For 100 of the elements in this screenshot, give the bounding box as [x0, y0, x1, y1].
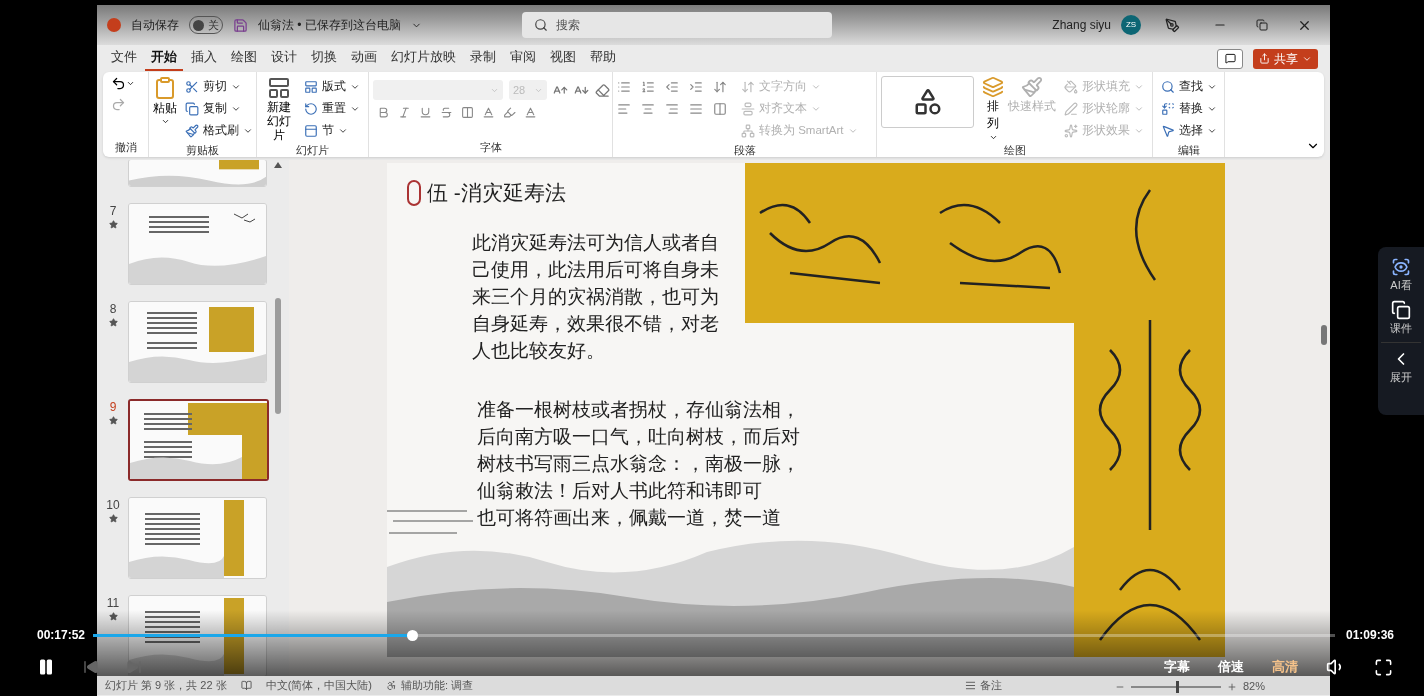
- player-option[interactable]: 字幕: [1164, 657, 1190, 677]
- caret-icon: [243, 126, 253, 136]
- group-label: 绘图: [1002, 143, 1027, 158]
- ribbon-button[interactable]: 节: [300, 120, 364, 142]
- outdent-icon: [665, 80, 679, 94]
- ribbon-button[interactable]: 版式: [300, 76, 364, 98]
- caret-icon: [847, 126, 858, 136]
- slide-paragraph: 此消灾延寿法可为信人或者自 己使用，此法用后可将自身未 来三个月的灾祸消散，也可为 自身延寿，效果很不错，对老 人也比较友好。: [472, 230, 720, 363]
- highlighter-icon: [503, 106, 516, 119]
- caret-icon: [811, 82, 821, 92]
- pen-icon: [1064, 102, 1078, 116]
- new-slide-button[interactable]: 新建 幻灯片: [261, 76, 296, 142]
- ribbon-tab[interactable]: 开始: [145, 46, 183, 71]
- ribbon-tab[interactable]: 视图: [544, 46, 582, 71]
- group-label: 段落: [732, 143, 757, 158]
- player-option[interactable]: 倍速: [1218, 657, 1244, 677]
- progress-handle[interactable]: [407, 629, 419, 641]
- smartart-icon: [741, 124, 755, 138]
- ribbon-button[interactable]: 格式刷: [181, 120, 257, 142]
- notes-icon: [965, 680, 976, 691]
- slide-number: 11: [106, 596, 120, 610]
- ribbon-button[interactable]: 选择: [1157, 120, 1221, 142]
- reset-icon: [304, 102, 318, 116]
- caret-icon: [811, 104, 821, 114]
- accessibility-status[interactable]: 辅助功能: 调查: [385, 677, 474, 694]
- caret-icon: [1134, 126, 1144, 136]
- user-avatar[interactable]: ZS: [1121, 15, 1141, 35]
- font-color-icon: [524, 106, 537, 119]
- slide-number: 9: [109, 400, 117, 414]
- star-icon: [108, 220, 118, 229]
- redo-icon: [111, 97, 126, 112]
- arrange-button[interactable]: 排列: [982, 76, 1004, 142]
- current-time: 00:17:52: [37, 627, 87, 644]
- slide-thumbnail[interactable]: [128, 399, 269, 481]
- comment-icon: [1224, 53, 1236, 64]
- paste-button[interactable]: 粘贴: [153, 76, 177, 127]
- ribbon-button[interactable]: 剪切: [181, 76, 257, 98]
- skip-forward-icon: [126, 659, 142, 675]
- underline-icon: [419, 106, 432, 119]
- pointer-icon: [1161, 124, 1175, 138]
- save-icon: [233, 17, 248, 33]
- numbering-icon: [641, 80, 655, 94]
- ribbon-button[interactable]: 重置: [300, 98, 364, 120]
- shape-gallery[interactable]: [881, 76, 974, 128]
- caret-icon: [1134, 104, 1144, 114]
- fullscreen-button[interactable]: [1374, 657, 1393, 677]
- ribbon-tab[interactable]: 幻灯片放映: [385, 46, 462, 71]
- bold-icon: [377, 106, 390, 119]
- ribbon-tab[interactable]: 文件: [105, 46, 143, 71]
- effects-icon: [1064, 124, 1078, 138]
- caret-icon: [1207, 82, 1217, 92]
- expand-button[interactable]: 展开: [1381, 342, 1421, 386]
- group-label: 编辑: [1176, 143, 1201, 158]
- slide-number: 8: [109, 302, 117, 316]
- zoom-slider[interactable]: [1131, 680, 1221, 693]
- autosave-label: 自动保存: [131, 17, 179, 34]
- ribbon-tab[interactable]: 动画: [345, 46, 383, 71]
- star-icon: [108, 612, 118, 621]
- ribbon-button[interactable]: 查找: [1157, 76, 1221, 98]
- ribbon-tab[interactable]: 切换: [305, 46, 343, 71]
- slide-count: 幻灯片 第 9 张，共 22 张: [105, 678, 227, 694]
- caret-icon: [338, 126, 348, 136]
- ribbon-tab[interactable]: 绘图: [225, 46, 263, 71]
- share-button[interactable]: 共享: [1253, 48, 1318, 69]
- group-label: 剪贴板: [185, 143, 220, 158]
- group-label: 撤消: [113, 140, 138, 155]
- ribbon-tab[interactable]: 插入: [185, 46, 223, 71]
- group-label: 字体: [478, 140, 503, 155]
- ai-view-button[interactable]: AI看: [1381, 257, 1421, 294]
- ribbon-tab[interactable]: 审阅: [504, 46, 542, 71]
- zoom-level[interactable]: 82%: [1243, 678, 1266, 695]
- copy-icon: [185, 102, 199, 116]
- courseware-button[interactable]: 课件: [1381, 299, 1421, 336]
- scrollbar-thumb[interactable]: [275, 298, 281, 414]
- align-left-icon: [617, 102, 631, 116]
- zoom-thumb[interactable]: [1176, 680, 1179, 693]
- toggle-knob: [193, 19, 204, 31]
- ribbon-button[interactable]: 复制: [181, 98, 257, 120]
- notes-button[interactable]: 备注: [965, 677, 1002, 694]
- seal-icon: [407, 179, 421, 206]
- clipboard-icon: [153, 76, 177, 100]
- user-name: Zhang siyu: [1052, 17, 1111, 34]
- align-icon: [741, 102, 755, 116]
- image-scan-icon: [1391, 257, 1411, 277]
- comments-button[interactable]: [1217, 48, 1243, 69]
- star-icon: [108, 514, 118, 523]
- accessibility-icon: [385, 680, 397, 691]
- indent-icon: [689, 80, 703, 94]
- ribbon-button[interactable]: 替换: [1157, 98, 1221, 120]
- ribbon-tab[interactable]: 设计: [265, 46, 303, 71]
- scrollbar-thumb[interactable]: [1321, 325, 1327, 345]
- search-field[interactable]: 搜索: [521, 12, 832, 38]
- scroll-up-icon[interactable]: [274, 162, 282, 168]
- language-label[interactable]: 中文(简体，中国大陆): [265, 677, 372, 694]
- caret-icon: [231, 82, 241, 92]
- ribbon-tab[interactable]: 帮助: [584, 46, 622, 71]
- line-spacing-icon: [713, 80, 727, 94]
- fullscreen-icon: [1374, 657, 1393, 677]
- undo-button[interactable]: [111, 76, 135, 91]
- ribbon-tab[interactable]: 录制: [464, 46, 502, 71]
